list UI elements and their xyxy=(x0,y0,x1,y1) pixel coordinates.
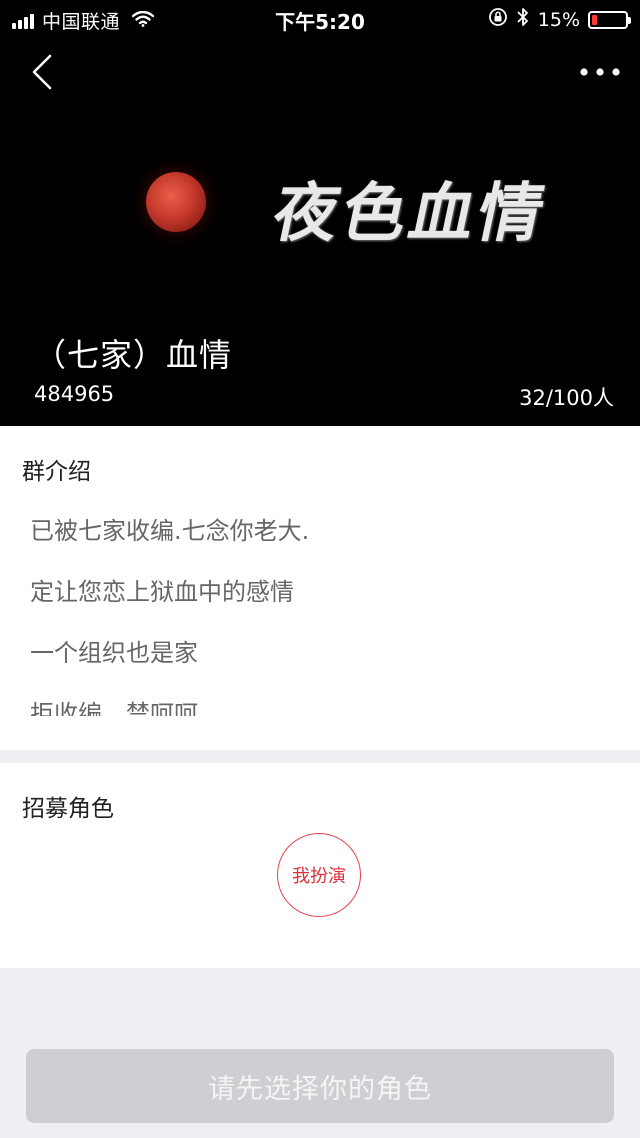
select-role-button[interactable]: 请先选择你的角色 xyxy=(26,1049,614,1123)
banner-calligraphy: 夜色血情 xyxy=(266,176,555,251)
intro-line: 定让您恋上狱血中的感情 xyxy=(30,578,294,606)
group-header: 中国联通 下午5:20 15% 夜色血情 （七家）血情 484965 32/10… xyxy=(0,0,640,426)
battery-icon xyxy=(588,10,631,29)
bluetooth-icon xyxy=(516,7,530,32)
roles-title: 招募角色 xyxy=(22,796,114,822)
group-intro-card: 群介绍 已被七家收编.七念你老大. 定让您恋上狱血中的感情 一个组织也是家 拒收… xyxy=(0,426,640,750)
chevron-left-icon xyxy=(32,54,52,90)
battery-level xyxy=(592,14,597,25)
member-count: 32/100人 xyxy=(519,386,614,410)
intro-text: 已被七家收编.七念你老大. 定让您恋上狱血中的感情 一个组织也是家 拒收编，禁呵… xyxy=(30,516,620,716)
group-name: （七家）血情 xyxy=(34,336,233,374)
battery-percent: 15% xyxy=(537,8,580,31)
status-right: 15% xyxy=(488,7,631,32)
more-dots-icon xyxy=(580,68,620,76)
blood-moon-image xyxy=(146,172,206,232)
role-play-button[interactable]: 我扮演 xyxy=(277,833,361,917)
intro-line: 已被七家收编.七念你老大. xyxy=(30,517,310,545)
intro-line: 拒收编，禁呵呵 xyxy=(30,700,198,716)
more-button[interactable] xyxy=(578,58,622,86)
intro-line: 一个组织也是家 xyxy=(30,639,198,667)
rotation-lock-icon xyxy=(488,7,508,32)
back-button[interactable] xyxy=(24,50,64,94)
recruit-roles-card: 招募角色 我扮演 xyxy=(0,763,640,968)
group-id: 484965 xyxy=(34,382,115,406)
status-bar: 中国联通 下午5:20 15% xyxy=(0,0,640,36)
intro-title: 群介绍 xyxy=(22,459,91,485)
